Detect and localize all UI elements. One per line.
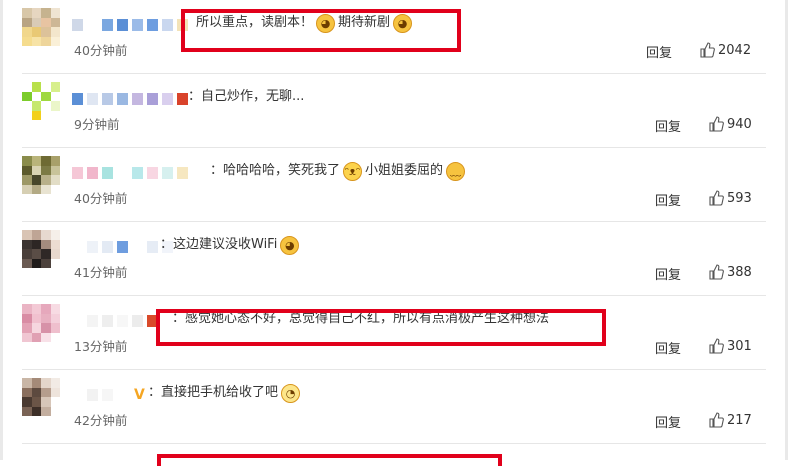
like-count: 217 bbox=[727, 412, 752, 428]
comment-time: 40分钟前 bbox=[74, 43, 128, 58]
avatar[interactable] bbox=[22, 156, 60, 194]
avatar[interactable] bbox=[22, 8, 60, 46]
comment-time: 42分钟前 bbox=[74, 413, 128, 428]
comment-item: V ：直接把手机给收了吧 ◔ 42分钟前 回复 217 bbox=[0, 370, 788, 444]
thumbs-up-icon bbox=[709, 116, 724, 132]
thumbs-up-icon bbox=[709, 412, 724, 428]
comment-item: ：自己炒作，无聊... 9分钟前 回复 940 bbox=[0, 74, 788, 148]
like-button[interactable]: 217 bbox=[708, 411, 752, 429]
thumbs-up-icon bbox=[709, 338, 724, 354]
like-button[interactable]: 593 bbox=[708, 189, 752, 207]
comment-time: 41分钟前 bbox=[74, 265, 128, 280]
comment-text: ：自己炒作，无聊... bbox=[188, 89, 305, 104]
highlight-box bbox=[157, 454, 502, 466]
comment-text: ：哈哈哈哈，笑死我了 ᵔᴥᵔ 小姐姐委屈的 ﹏ bbox=[210, 159, 468, 183]
reply-button[interactable]: 回复 bbox=[655, 190, 681, 209]
laughing-crying-emoji: ᵔᴥᵔ bbox=[343, 161, 363, 181]
comment-text: ：直接把手机给收了吧 ◔ bbox=[148, 381, 303, 405]
reply-button[interactable]: 回复 bbox=[655, 116, 681, 135]
thumbs-up-icon bbox=[709, 264, 724, 280]
like-count: 940 bbox=[727, 116, 752, 132]
comment-time: 40分钟前 bbox=[74, 191, 128, 206]
like-count: 2042 bbox=[718, 42, 752, 58]
comment-item: 所以重点，读剧本！ ◕ 期待新剧 ◕ 40分钟前 回复 2042 bbox=[0, 0, 788, 74]
wronged-emoji: ﹏ bbox=[446, 161, 466, 181]
highlight-box bbox=[156, 309, 606, 346]
like-button[interactable]: 940 bbox=[708, 115, 752, 133]
comment-item: ：哈哈哈哈，笑死我了 ᵔᴥᵔ 小姐姐委屈的 ﹏ 40分钟前 回复 593 bbox=[0, 148, 788, 222]
thumbs-up-icon bbox=[709, 190, 724, 206]
highlight-box bbox=[181, 9, 461, 52]
like-count: 301 bbox=[727, 338, 752, 354]
avatar[interactable] bbox=[22, 378, 60, 416]
comment-time: 13分钟前 bbox=[74, 339, 128, 354]
username-mosaic[interactable]: V bbox=[72, 387, 145, 403]
reply-button[interactable]: 回复 bbox=[655, 338, 681, 357]
username-mosaic[interactable] bbox=[72, 19, 192, 31]
like-button[interactable]: 301 bbox=[708, 337, 752, 355]
verified-v-icon: V bbox=[134, 387, 145, 403]
username-mosaic[interactable] bbox=[72, 167, 192, 179]
avatar[interactable] bbox=[22, 230, 60, 268]
comment-text: ：这边建议没收WiFi ◕ bbox=[160, 233, 302, 257]
like-count: 388 bbox=[727, 264, 752, 280]
username-mosaic[interactable] bbox=[72, 315, 162, 327]
thumbs-up-icon bbox=[700, 42, 715, 58]
username-mosaic[interactable] bbox=[72, 93, 192, 105]
comment-time: 9分钟前 bbox=[74, 117, 120, 132]
comment-item-partial bbox=[0, 444, 788, 466]
like-count: 593 bbox=[727, 190, 752, 206]
reply-button[interactable]: 回复 bbox=[655, 264, 681, 283]
like-button[interactable]: 2042 bbox=[699, 41, 751, 59]
cat-emoji: ◕ bbox=[280, 235, 300, 255]
reply-button[interactable]: 回复 bbox=[646, 42, 672, 61]
comment-item: ：感觉她心态不好，总觉得自己不红，所以有点消极产生这种想法 13分钟前 回复 3… bbox=[0, 296, 788, 370]
sweat-emoji: ◔ bbox=[281, 383, 301, 403]
reply-button[interactable]: 回复 bbox=[655, 412, 681, 431]
comment-feed: 所以重点，读剧本！ ◕ 期待新剧 ◕ 40分钟前 回复 2042 ：自己炒作，无… bbox=[0, 0, 788, 466]
like-button[interactable]: 388 bbox=[708, 263, 752, 281]
avatar[interactable] bbox=[22, 304, 60, 342]
comment-item: ：这边建议没收WiFi ◕ 41分钟前 回复 388 bbox=[0, 222, 788, 296]
avatar[interactable] bbox=[22, 82, 60, 120]
